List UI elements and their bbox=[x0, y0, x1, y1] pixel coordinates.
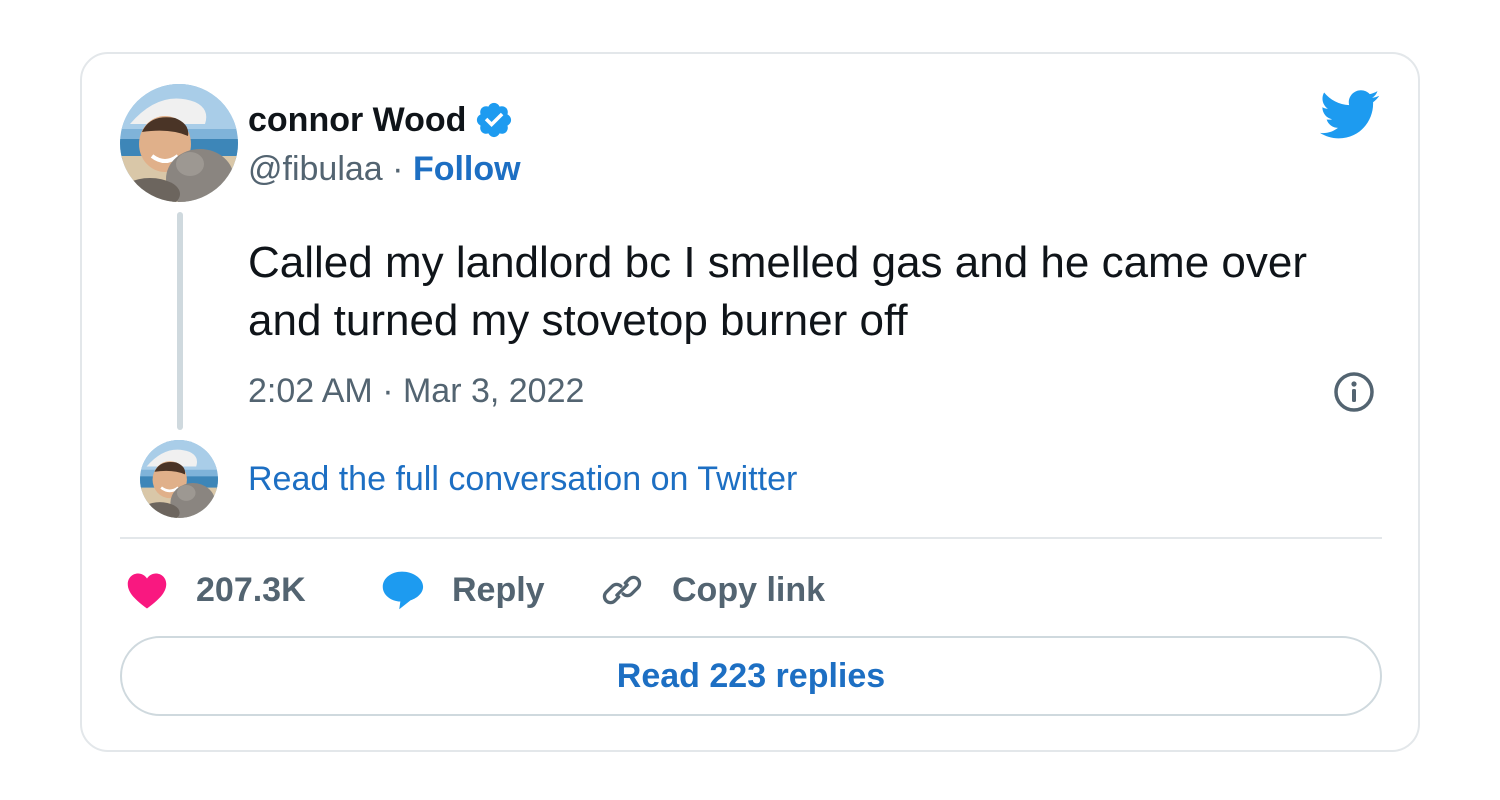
info-icon[interactable] bbox=[1332, 370, 1376, 414]
read-replies-button[interactable]: Read 223 replies bbox=[120, 636, 1382, 716]
read-replies-label: Read 223 replies bbox=[616, 656, 886, 695]
like-button[interactable]: 207.3K bbox=[126, 570, 380, 610]
reply-button[interactable]: Reply bbox=[380, 568, 600, 612]
author-handle-row: @fibulaa · Follow bbox=[248, 150, 521, 189]
author-avatar[interactable] bbox=[120, 84, 238, 202]
twitter-bird-icon[interactable] bbox=[1320, 90, 1380, 140]
tweet-embed-card: connor Wood @fibulaa · Follow Called my … bbox=[80, 52, 1420, 752]
handle-separator: · bbox=[382, 150, 413, 188]
author-name[interactable]: connor Wood bbox=[248, 100, 514, 140]
author-name-text[interactable]: connor Wood bbox=[248, 101, 466, 140]
tweet-text: Called my landlord bc I smelled gas and … bbox=[248, 238, 1307, 345]
reply-label: Reply bbox=[452, 570, 545, 609]
thread-line bbox=[177, 212, 183, 430]
link-icon bbox=[602, 575, 642, 605]
copy-link-button[interactable]: Copy link bbox=[600, 568, 825, 612]
heart-icon bbox=[127, 573, 167, 609]
copy-link-label: Copy link bbox=[672, 570, 826, 609]
divider bbox=[120, 537, 1382, 539]
read-full-conversation-link[interactable]: Read the full conversation on Twitter bbox=[248, 460, 797, 499]
author-handle[interactable]: @fibulaa bbox=[248, 150, 383, 188]
follow-link[interactable]: Follow bbox=[413, 150, 521, 188]
verified-badge-icon bbox=[474, 100, 514, 140]
likes-count: 207.3K bbox=[196, 570, 306, 609]
speech-bubble-icon bbox=[382, 571, 424, 610]
tweet-timestamp[interactable]: 2:02 AM · Mar 3, 2022 bbox=[248, 372, 584, 411]
action-bar: 207.3K Reply Copy link bbox=[126, 562, 825, 618]
conversation-avatar[interactable] bbox=[140, 440, 218, 518]
